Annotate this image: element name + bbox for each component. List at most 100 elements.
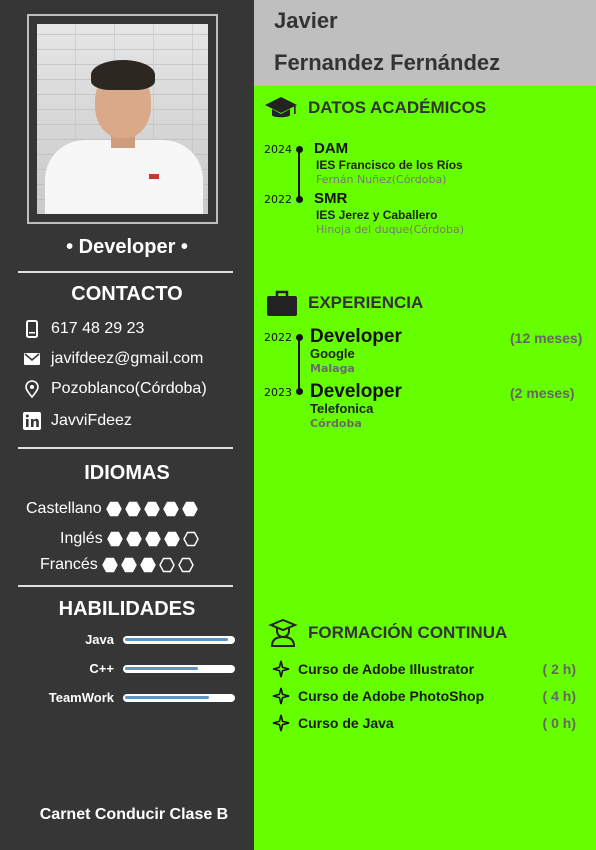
experience-section-title: EXPERIENCIA [266, 289, 423, 317]
course-hours: ( 0 h) [542, 715, 576, 731]
academic-year: 2022 [264, 193, 292, 206]
divider [18, 585, 233, 587]
driving-license: Carnet Conducir Clase B [39, 806, 229, 823]
academic-place: Fernán Nuñez(Córdoba) [316, 173, 447, 186]
level-filled-icon [144, 531, 161, 547]
skill-row: C++ [0, 661, 254, 677]
skill-bar [123, 694, 235, 702]
level-empty-icon [159, 557, 175, 573]
level-filled-icon [163, 531, 180, 547]
timeline-line [298, 338, 300, 392]
training-section-title: FORMACIÓN CONTINUA [268, 618, 507, 648]
language-name: Francés [40, 556, 98, 573]
skill-name: Java [85, 632, 114, 647]
level-filled-icon [124, 501, 141, 517]
academic-school: IES Jerez y Caballero [316, 208, 438, 222]
linkedin-icon [23, 412, 41, 430]
briefcase-icon [267, 290, 297, 316]
course-hours: ( 4 h) [542, 688, 576, 704]
language-row: Castellano [26, 498, 201, 520]
course-item: Curso de Adobe PhotoShop ( 4 h) [272, 686, 576, 706]
sidebar: • Developer • CONTACTO 617 48 29 23 javi… [0, 0, 254, 850]
experience-year: 2023 [264, 386, 292, 399]
language-level [105, 501, 201, 517]
phone-text: 617 48 29 23 [51, 320, 145, 337]
experience-duration: (2 meses) [510, 385, 575, 401]
first-name: Javier [274, 8, 338, 33]
level-filled-icon [143, 501, 160, 517]
timeline-dot [296, 146, 303, 153]
student-icon [268, 618, 298, 647]
last-name: Fernandez Fernández [274, 50, 501, 75]
course-item: Curso de Java ( 0 h) [272, 713, 576, 733]
experience-role: Developer [310, 326, 402, 347]
contact-location: Pozoblanco(Córdoba) [22, 378, 207, 400]
experience-place: Córdoba [310, 417, 362, 430]
academic-school: IES Francisco de los Ríos [316, 158, 463, 172]
timeline-dot [296, 196, 303, 203]
timeline-dot [296, 334, 303, 341]
language-row: Inglés [60, 528, 202, 550]
level-filled-icon [140, 557, 156, 573]
experience-year: 2022 [264, 331, 292, 344]
contact-email[interactable]: javifdeez@gmail.com [22, 348, 203, 370]
linkedin-text: JavviFdeez [51, 412, 132, 429]
skill-row: TeamWork [0, 690, 254, 706]
profile-photo [37, 24, 208, 214]
language-level [106, 531, 202, 547]
phone-icon [26, 320, 38, 338]
contact-linkedin[interactable]: JavviFdeez [22, 410, 132, 432]
graduation-cap-icon [265, 97, 297, 118]
timeline-line [298, 150, 300, 200]
experience-role: Developer [310, 381, 402, 402]
skill-bar [123, 636, 235, 644]
level-filled-icon [102, 557, 118, 573]
role-title: • Developer • [66, 236, 188, 258]
course-name: Curso de Adobe Illustrator [298, 661, 475, 677]
academic-year: 2024 [264, 143, 292, 156]
name-header: Javier Fernandez Fernández [254, 0, 596, 86]
academic-section-title: DATOS ACADÉMICOS [264, 94, 486, 122]
divider [18, 271, 233, 273]
language-row: Francés [40, 554, 197, 576]
language-name: Castellano [26, 500, 102, 517]
academic-degree: DAM [314, 140, 349, 157]
main-content: DATOS ACADÉMICOS 2024 DAM IES Francisco … [254, 86, 596, 850]
experience-place: Malaga [310, 362, 355, 375]
language-name: Inglés [60, 530, 103, 547]
experience-company: Google [310, 346, 355, 361]
skills-heading: HABILIDADES [58, 598, 196, 620]
academic-degree: SMR [314, 190, 348, 207]
level-filled-icon [105, 501, 122, 517]
level-filled-icon [125, 531, 142, 547]
skill-name: C++ [89, 661, 114, 676]
experience-duration: (12 meses) [510, 330, 583, 346]
experience-company: Telefonica [310, 401, 374, 416]
language-level [102, 557, 197, 573]
course-name: Curso de Adobe PhotoShop [298, 688, 485, 704]
academic-place: Hinoja del duque(Córdoba) [316, 223, 465, 236]
course-hours: ( 2 h) [542, 661, 576, 677]
level-filled-icon [162, 501, 179, 517]
level-filled-icon [181, 501, 198, 517]
location-text: Pozoblanco(Córdoba) [51, 380, 207, 397]
email-text: javifdeez@gmail.com [51, 350, 204, 367]
contact-phone[interactable]: 617 48 29 23 [22, 318, 144, 340]
course-item: Curso de Adobe Illustrator ( 2 h) [272, 659, 576, 679]
skill-bar [123, 665, 235, 673]
contact-heading: CONTACTO [71, 283, 183, 305]
timeline-dot [296, 388, 303, 395]
course-name: Curso de Java [298, 715, 394, 731]
sparkle-icon [272, 660, 290, 678]
level-filled-icon [106, 531, 123, 547]
location-icon [25, 380, 39, 399]
sparkle-icon [272, 687, 290, 705]
mail-icon [24, 353, 40, 365]
divider [18, 447, 233, 449]
languages-heading: IDIOMAS [84, 462, 170, 484]
skill-row: Java [0, 632, 254, 648]
level-empty-icon [178, 557, 194, 573]
profile-photo-frame [27, 14, 218, 224]
sparkle-icon [272, 714, 290, 732]
level-empty-icon [182, 531, 199, 547]
